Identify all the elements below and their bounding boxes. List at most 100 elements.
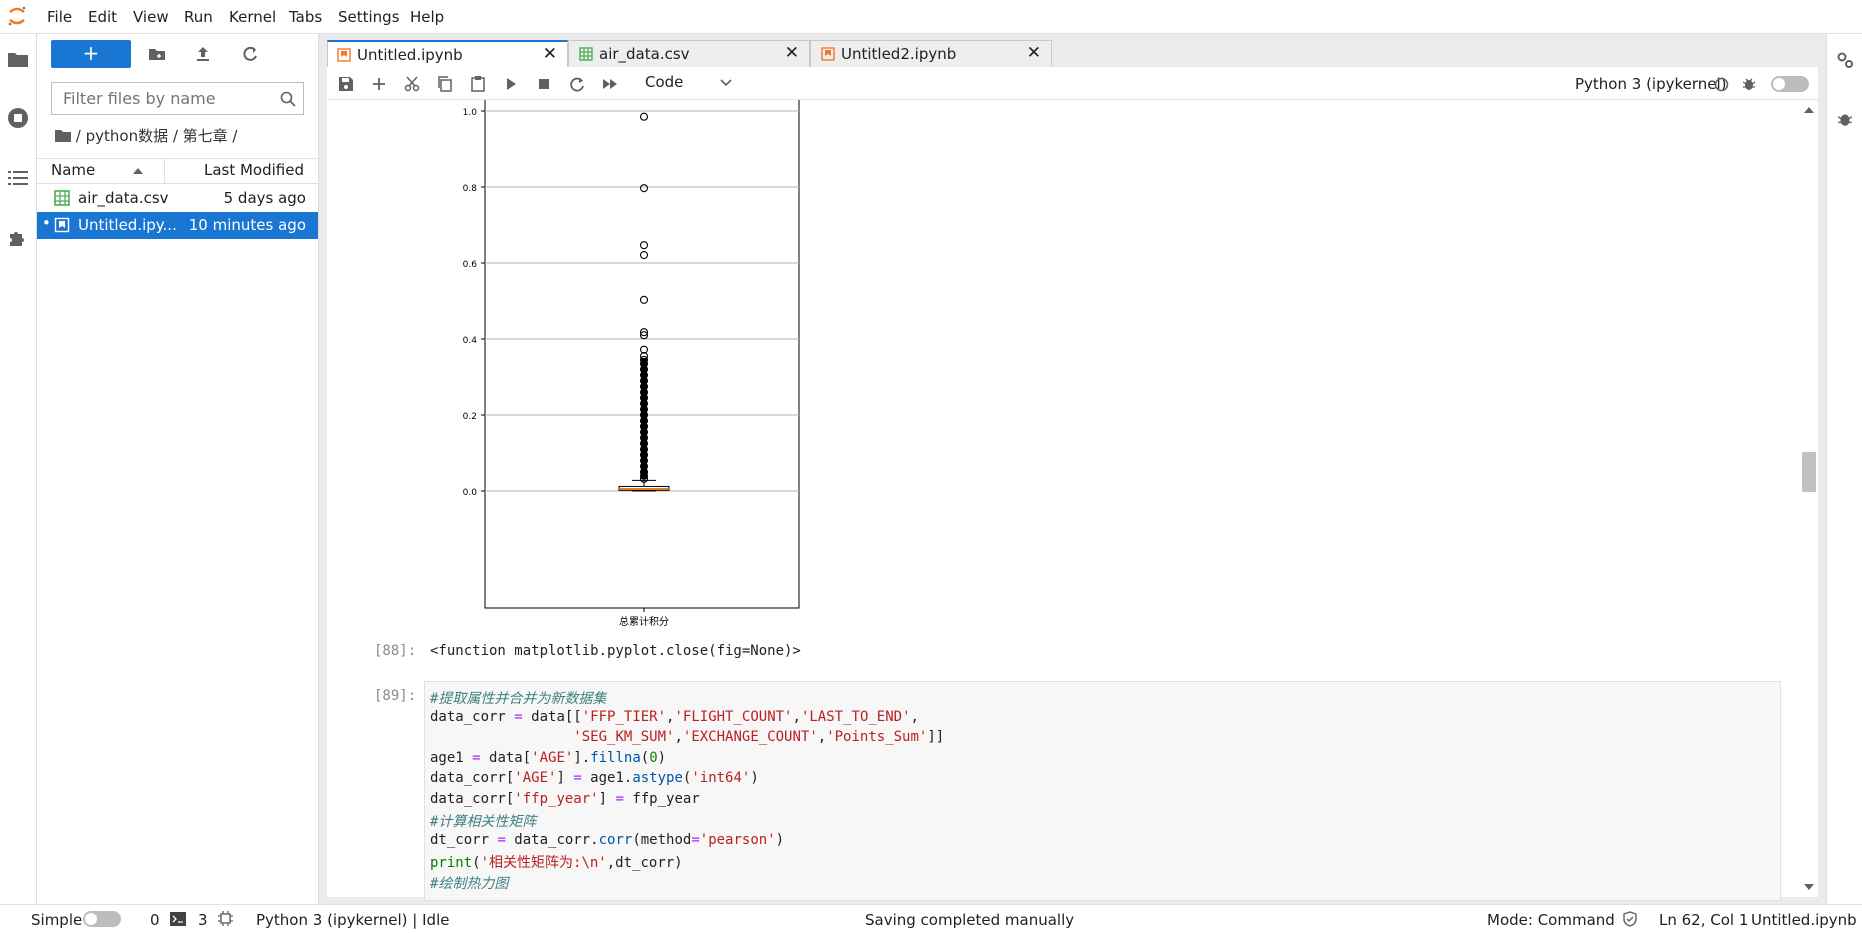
- search-icon: [280, 91, 296, 107]
- outlier-point: [639, 184, 649, 193]
- scroll-up-icon[interactable]: [1804, 106, 1814, 113]
- chevron-down-icon[interactable]: [720, 79, 732, 87]
- close-icon[interactable]: ✕: [543, 44, 557, 64]
- running-stop-icon[interactable]: [6, 106, 30, 130]
- status-bar: Simple 0 3 Python 3 (ipykernel) | Idle S…: [0, 904, 1862, 933]
- kernel-idle-circle-icon: [1714, 77, 1729, 92]
- column-divider: [164, 159, 165, 183]
- notebook-scrollbar[interactable]: [1800, 100, 1818, 897]
- debugger-bug-icon[interactable]: [1836, 110, 1854, 128]
- code-line: age1 = data['AGE'].fillna(0): [430, 750, 667, 766]
- menu-run[interactable]: Run: [184, 8, 213, 26]
- right-sidebar: [1826, 34, 1862, 904]
- outlier-point: [639, 250, 649, 260]
- sort-ascending-icon: [133, 168, 143, 174]
- menu-settings[interactable]: Settings: [338, 8, 400, 26]
- file-list-header: Name Last Modified: [37, 158, 318, 184]
- notebook-icon: [821, 47, 835, 61]
- breadcrumb: / python数据 / 第七章 /: [55, 125, 238, 146]
- file-row-selected[interactable]: • Untitled.ipy... 10 minutes ago: [37, 212, 318, 239]
- file-name: air_data.csv: [78, 189, 169, 207]
- notebook-icon: [337, 48, 351, 62]
- tab-untitled-ipynb[interactable]: Untitled.ipynb ✕: [327, 40, 568, 68]
- cursor-position[interactable]: Ln 62, Col 1: [1659, 911, 1748, 929]
- code-line: print('相关性矩阵为:\n',dt_corr): [430, 855, 683, 871]
- save-icon[interactable]: [337, 75, 355, 93]
- restart-icon[interactable]: [568, 75, 586, 93]
- y-tick-label: 0.0: [463, 488, 478, 498]
- file-modified: 5 days ago: [223, 189, 306, 207]
- code-line: 'SEG_KM_SUM','EXCHANGE_COUNT','Points_Su…: [573, 729, 945, 745]
- debugger-toggle[interactable]: [1771, 76, 1809, 92]
- column-name-header[interactable]: Name: [51, 161, 95, 179]
- menu-tabs[interactable]: Tabs: [289, 8, 322, 26]
- column-modified-header[interactable]: Last Modified: [204, 161, 304, 179]
- current-filename: Untitled.ipynb: [1751, 911, 1857, 929]
- code-line: #计算相关性矩阵: [430, 814, 537, 830]
- menu-help[interactable]: Help: [410, 8, 444, 26]
- run-icon[interactable]: [502, 75, 520, 93]
- code-line: dt_corr = data_corr.corr(method='pearson…: [430, 832, 785, 848]
- menu-kernel[interactable]: Kernel: [229, 8, 276, 26]
- y-tick-label: 0.8: [463, 184, 478, 194]
- terminal-icon[interactable]: [170, 912, 186, 926]
- close-icon[interactable]: ✕: [1027, 43, 1041, 63]
- plot-frame: [484, 100, 800, 609]
- file-row[interactable]: air_data.csv 5 days ago: [37, 185, 318, 212]
- running-dot-icon: •: [42, 214, 51, 232]
- add-cell-icon[interactable]: [370, 75, 388, 93]
- folder-icon[interactable]: [6, 48, 30, 72]
- paste-icon[interactable]: [469, 75, 487, 93]
- copy-icon[interactable]: [436, 75, 454, 93]
- menu-view[interactable]: View: [133, 8, 169, 26]
- breadcrumb-path[interactable]: / python数据 / 第七章 /: [76, 127, 238, 145]
- tab-label: air_data.csv: [599, 45, 690, 63]
- terminal-count[interactable]: 0: [150, 911, 160, 929]
- notebook-icon: [54, 217, 70, 233]
- menu-bar: File Edit View Run Kernel Tabs Settings …: [0, 0, 1862, 34]
- kernel-count[interactable]: 3: [198, 911, 208, 929]
- outlier-point: [639, 295, 649, 304]
- debugger-bug-icon[interactable]: [1741, 76, 1757, 92]
- y-tick-label: 0.4: [463, 336, 478, 346]
- menu-edit[interactable]: Edit: [88, 8, 117, 26]
- code-line: data_corr = data[['FFP_TIER','FLIGHT_COU…: [430, 709, 919, 725]
- property-inspector-gears-icon[interactable]: [1835, 50, 1855, 70]
- fast-forward-icon[interactable]: [601, 75, 619, 93]
- input-prompt-89: [89]:: [374, 688, 417, 704]
- extension-puzzle-icon[interactable]: [6, 226, 30, 250]
- tab-label: Untitled.ipynb: [357, 46, 463, 64]
- scrollbar-thumb[interactable]: [1802, 452, 1816, 492]
- code-line: data_corr['ffp_year'] = ffp_year: [430, 791, 700, 807]
- code-line: #提取属性并合并为新数据集: [430, 691, 607, 707]
- table-of-contents-icon[interactable]: [6, 166, 30, 190]
- new-launcher-button[interactable]: +: [51, 40, 131, 68]
- tab-air-data-csv[interactable]: air_data.csv ✕: [568, 40, 810, 67]
- upload-icon[interactable]: [193, 44, 213, 64]
- trusted-shield-icon[interactable]: [1622, 911, 1638, 927]
- spreadsheet-icon: [54, 190, 70, 206]
- close-icon[interactable]: ✕: [785, 43, 799, 63]
- file-filter-field[interactable]: [51, 82, 304, 115]
- new-folder-icon[interactable]: [147, 44, 167, 64]
- file-name: Untitled.ipy...: [78, 216, 177, 234]
- notebook-mode: Mode: Command: [1487, 911, 1615, 929]
- file-filter-input[interactable]: [61, 83, 280, 114]
- folder-home-icon[interactable]: [55, 129, 71, 142]
- tab-untitled2-ipynb[interactable]: Untitled2.ipynb ✕: [810, 40, 1052, 67]
- stop-icon[interactable]: [535, 75, 553, 93]
- boxplot-chart: 0.00.20.40.60.81.01e63109客户总累计积分箱型图总累计积分: [463, 100, 800, 628]
- x-tick-label: 总累计积分: [619, 615, 669, 628]
- kernel-chip-icon[interactable]: [218, 911, 233, 926]
- simple-mode-toggle[interactable]: [83, 911, 121, 927]
- kernel-status[interactable]: Python 3 (ipykernel) | Idle: [256, 911, 449, 929]
- kernel-name[interactable]: Python 3 (ipykernel): [1575, 75, 1727, 93]
- cut-icon[interactable]: [403, 75, 421, 93]
- file-modified: 10 minutes ago: [188, 216, 306, 234]
- menu-file[interactable]: File: [47, 8, 72, 26]
- cell-type-select[interactable]: Code: [645, 73, 683, 91]
- y-tick-label: 0.6: [463, 260, 478, 270]
- refresh-icon[interactable]: [240, 44, 260, 64]
- scroll-down-icon[interactable]: [1804, 884, 1814, 891]
- jupyter-logo-icon: [8, 6, 26, 26]
